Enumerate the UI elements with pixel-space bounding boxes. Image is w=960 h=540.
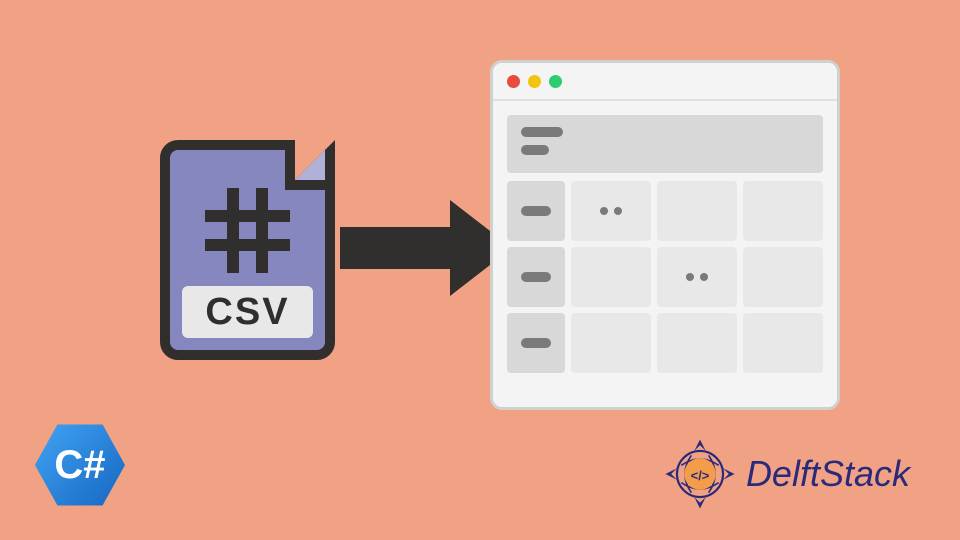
grid-cell xyxy=(657,313,737,373)
grid-cell xyxy=(743,247,823,307)
close-dot-icon xyxy=(507,75,520,88)
csv-file-body: CSV xyxy=(160,140,335,360)
grid-cell xyxy=(743,313,823,373)
grid-cell xyxy=(743,181,823,241)
csv-label: CSV xyxy=(205,291,289,334)
code-symbol-icon: </> xyxy=(691,468,710,483)
hexagon-icon: C# xyxy=(35,420,125,510)
csv-file-icon: CSV xyxy=(160,140,335,360)
csv-label-box: CSV xyxy=(182,286,313,338)
grid-container xyxy=(493,101,837,393)
arrow-right-icon xyxy=(340,200,512,296)
grid-cell xyxy=(657,181,737,241)
grid-row xyxy=(507,247,823,307)
grid-side-cell xyxy=(507,247,565,307)
delftstack-brand: DelftStack xyxy=(746,453,910,495)
grid-side-cell xyxy=(507,313,565,373)
csharp-text: C# xyxy=(54,443,105,488)
delftstack-logo: </> DelftStack xyxy=(664,438,910,510)
page-fold-icon xyxy=(285,140,335,190)
grid-cell xyxy=(571,313,651,373)
window-titlebar xyxy=(493,63,837,101)
grid-cell xyxy=(571,247,651,307)
delftstack-emblem-icon: </> xyxy=(664,438,736,510)
grid-cell xyxy=(657,247,737,307)
datagrid-window xyxy=(490,60,840,410)
maximize-dot-icon xyxy=(549,75,562,88)
csharp-logo: C# xyxy=(35,420,125,510)
minimize-dot-icon xyxy=(528,75,541,88)
grid-row xyxy=(507,313,823,373)
grid-row xyxy=(507,181,823,241)
grid-cell xyxy=(571,181,651,241)
grid-side-cell xyxy=(507,181,565,241)
grid-header xyxy=(507,115,823,173)
hash-icon xyxy=(205,188,290,273)
